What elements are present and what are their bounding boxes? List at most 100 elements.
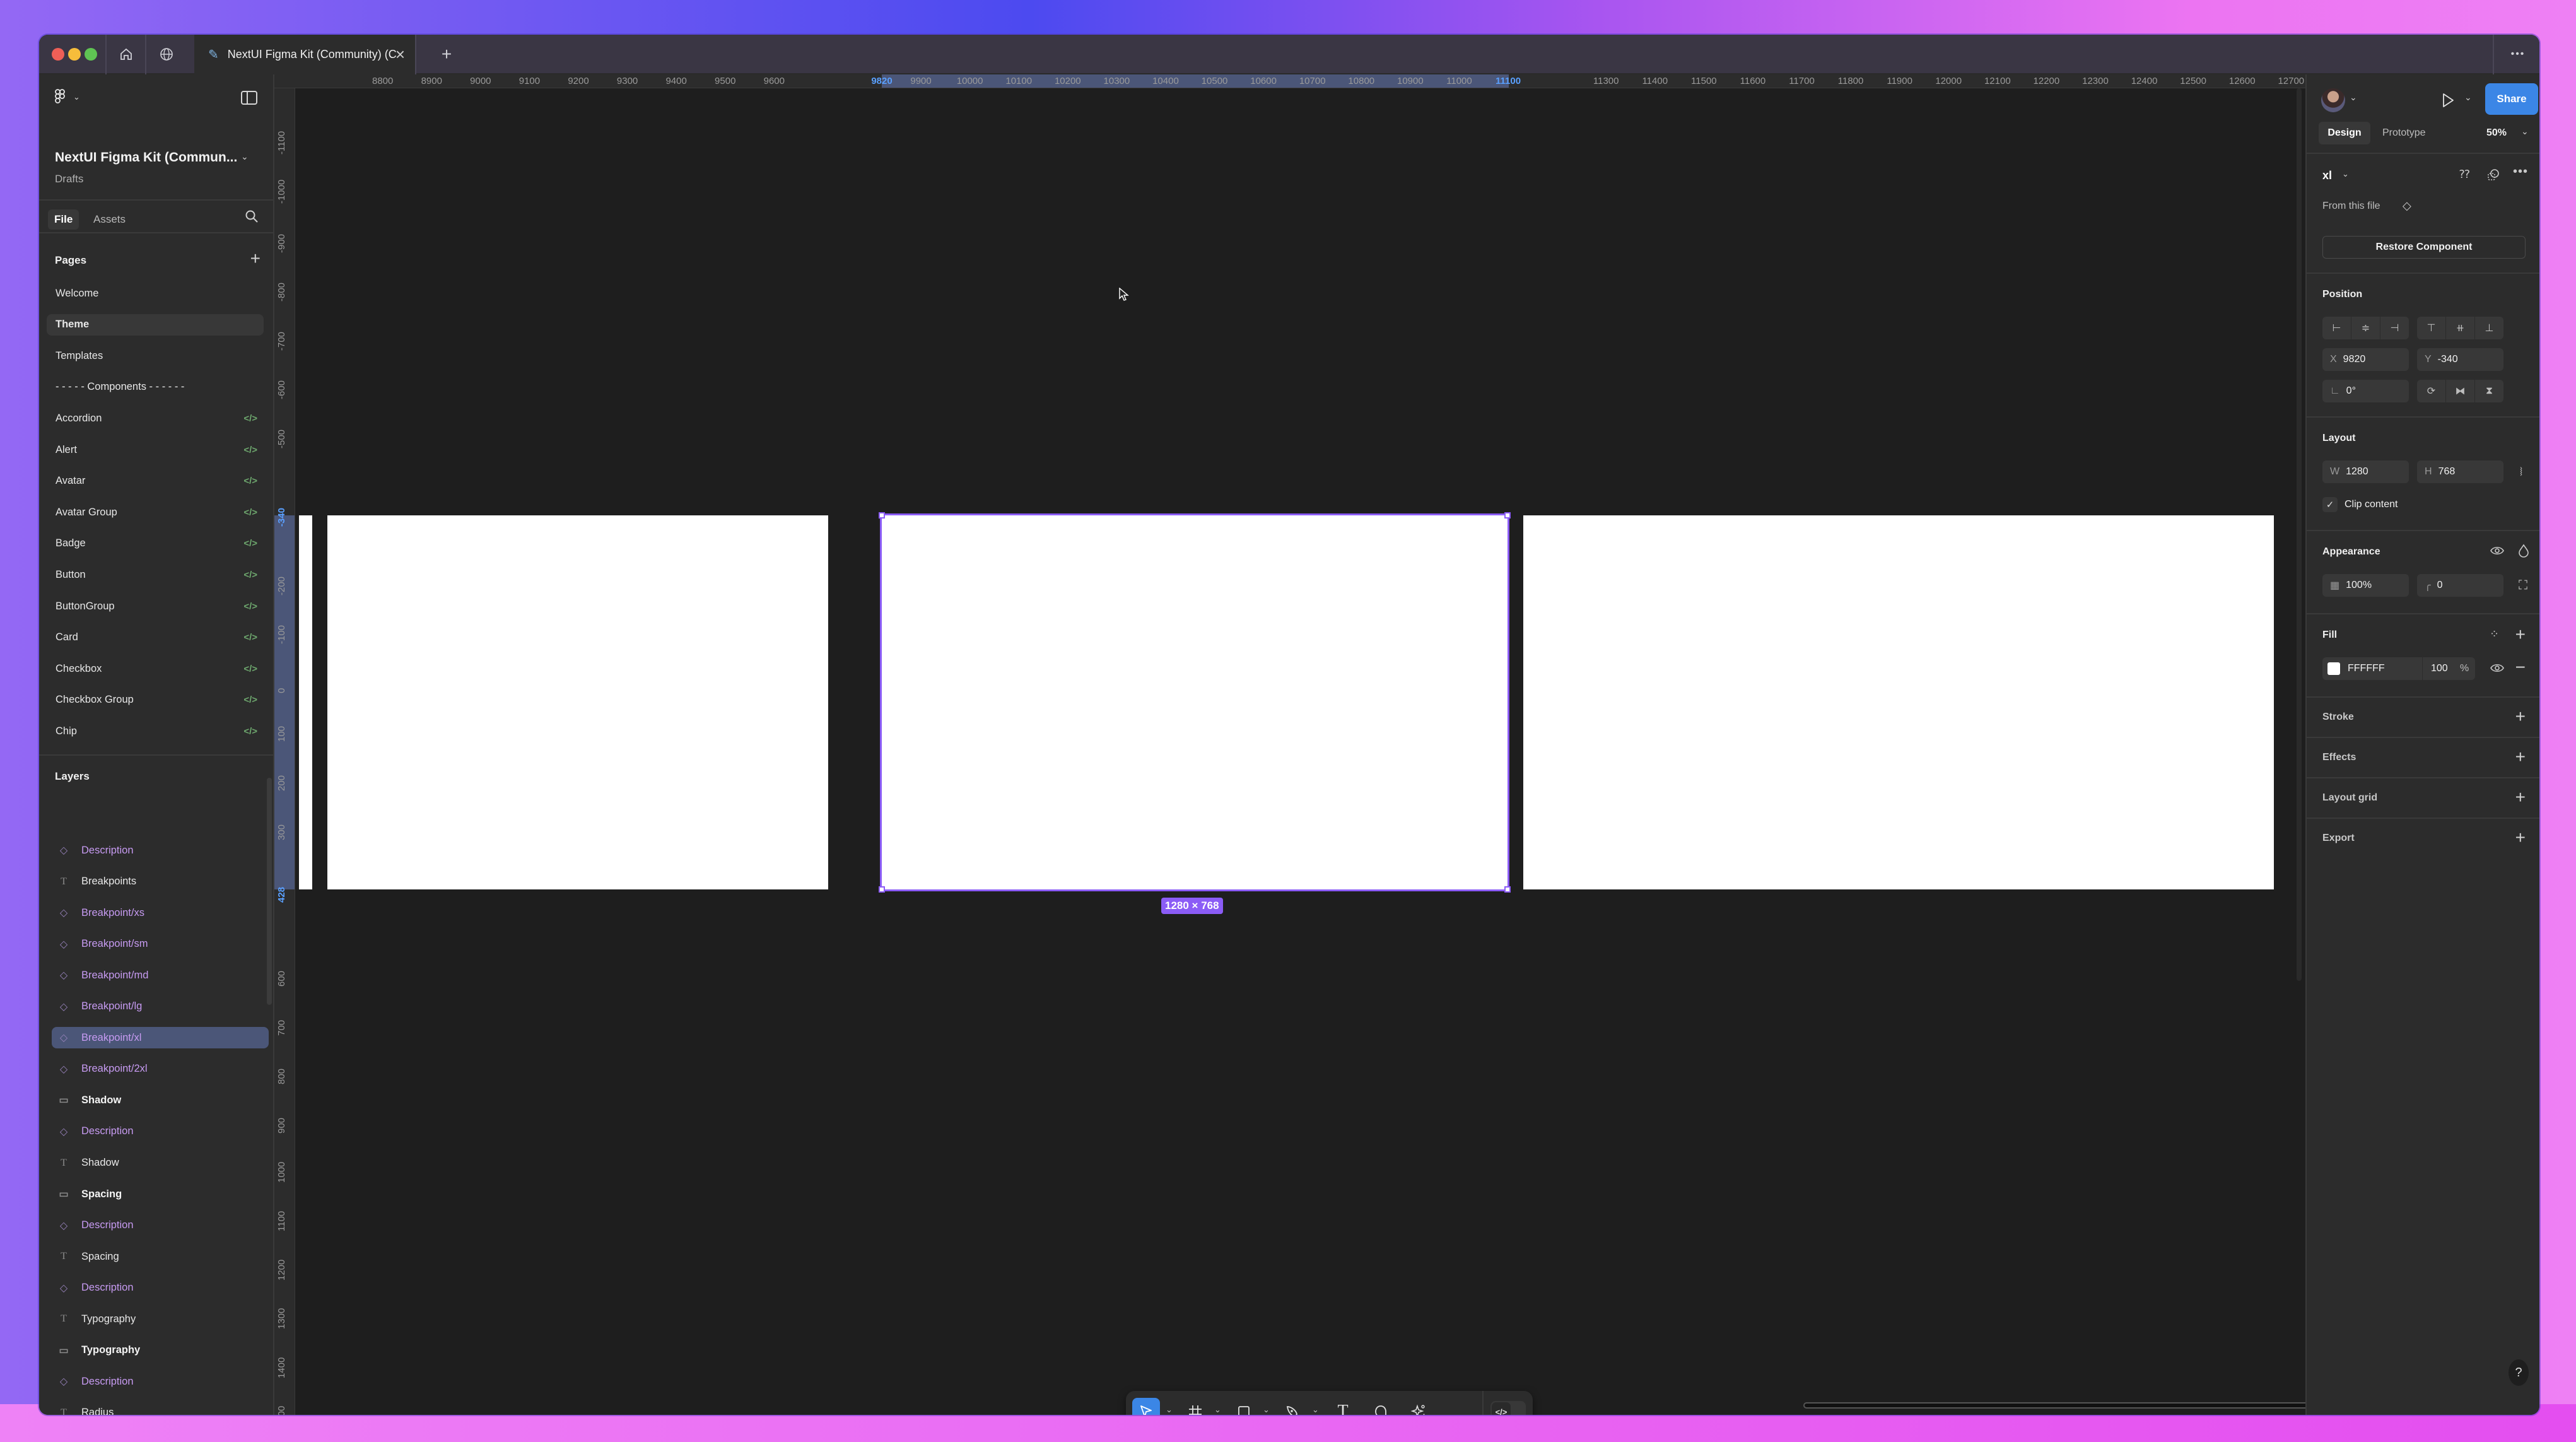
chevron-down-icon[interactable]: ⌄	[2350, 92, 2357, 103]
chevron-down-icon[interactable]: ⌄	[1263, 1405, 1270, 1415]
layer-item[interactable]: ◇ Breakpoint/2xl	[52, 1058, 269, 1080]
align-left-icon[interactable]: ⊢	[2322, 317, 2351, 339]
layer-item[interactable]: T Shadow	[52, 1152, 269, 1174]
page-item[interactable]: Alert </>	[47, 439, 264, 460]
canvas[interactable]: 1280 × 768	[295, 88, 2305, 1415]
layer-item[interactable]: ◇ Breakpoint/md	[52, 964, 269, 986]
detach-instance-icon[interactable]: ⁇	[2459, 168, 2470, 180]
page-item[interactable]: Badge </>	[47, 533, 264, 554]
add-page-icon[interactable]: +	[250, 250, 261, 267]
present-play-icon[interactable]	[2440, 92, 2456, 112]
layer-item[interactable]: T Breakpoints	[52, 871, 269, 893]
page-item[interactable]: Theme	[47, 314, 264, 336]
page-item[interactable]: Card </>	[47, 627, 264, 648]
vertical-scrollbar[interactable]	[2297, 88, 2302, 981]
page-item[interactable]: Button </>	[47, 564, 264, 585]
opacity-field[interactable]: ▦ 100%	[2322, 574, 2409, 597]
chevron-down-icon[interactable]: ⌄	[2342, 169, 2349, 179]
zoom-level[interactable]: 50%	[2486, 127, 2507, 139]
component-name[interactable]: xl	[2322, 169, 2332, 182]
corner-radius-field[interactable]: ╭ 0	[2417, 574, 2503, 597]
file-name[interactable]: NextUI Figma Kit (Commun...	[55, 150, 237, 165]
swap-instance-icon[interactable]	[2486, 168, 2500, 184]
chevron-down-icon[interactable]: ⌄	[2464, 92, 2472, 103]
tab-assets[interactable]: Assets	[87, 209, 132, 230]
resize-handle-br[interactable]	[1504, 886, 1511, 893]
blend-mode-drop-icon[interactable]	[2518, 544, 2529, 560]
align-bottom-icon[interactable]: ⊥	[2475, 317, 2503, 339]
text-tool[interactable]: T	[1329, 1398, 1357, 1415]
layer-item[interactable]: ◇ Breakpoint/lg	[52, 996, 269, 1017]
layer-item[interactable]: ◇ Breakpoint/xs	[52, 902, 269, 923]
independent-corners-icon[interactable]: ⛶	[2519, 579, 2527, 592]
x-position-field[interactable]: X 9820	[2322, 348, 2409, 371]
flip-vertical-icon[interactable]: ⧗	[2475, 380, 2503, 402]
layer-item[interactable]: ◇ Description	[52, 1215, 269, 1236]
page-item[interactable]: ButtonGroup </>	[47, 595, 264, 617]
add-layout-grid-icon[interactable]: +	[2515, 788, 2526, 806]
page-item[interactable]: Welcome	[47, 283, 264, 304]
layer-item[interactable]: ▭ Shadow	[52, 1089, 269, 1111]
chevron-down-icon[interactable]: ⌄	[1166, 1405, 1173, 1415]
rectangle-tool[interactable]	[1230, 1398, 1258, 1415]
maximize-window-button[interactable]	[85, 48, 97, 61]
height-field[interactable]: H 768	[2417, 460, 2503, 483]
file-location[interactable]: Drafts	[55, 173, 83, 185]
align-right-icon[interactable]: ⊣	[2380, 317, 2409, 339]
layer-item[interactable]: ▭ Spacing	[52, 1183, 269, 1205]
close-window-button[interactable]	[52, 48, 64, 61]
y-position-field[interactable]: Y -340	[2417, 348, 2503, 371]
frame-breakpoint[interactable]	[327, 515, 828, 889]
page-item[interactable]: Accordion </>	[47, 407, 264, 429]
chevron-down-icon[interactable]: ⌄	[1312, 1405, 1319, 1415]
layers-scrollbar[interactable]	[267, 778, 272, 1005]
actions-ai-tool[interactable]	[1405, 1398, 1432, 1415]
layer-item[interactable]: ◇ Breakpoint/xl	[52, 1027, 269, 1049]
tab-design[interactable]: Design	[2319, 122, 2370, 144]
remove-fill-icon[interactable]: −	[2515, 659, 2526, 676]
page-item[interactable]: Checkbox Group </>	[47, 689, 264, 711]
restore-component-button[interactable]: Restore Component	[2322, 236, 2526, 259]
add-effect-icon[interactable]: +	[2515, 748, 2526, 766]
layer-item[interactable]: ▭ Typography	[52, 1340, 269, 1361]
fill-swatch[interactable]	[2327, 662, 2340, 675]
chevron-down-icon[interactable]: ⌄	[241, 151, 249, 162]
frame-breakpoint-2xl[interactable]	[1523, 515, 2274, 889]
horizontal-scrollbar[interactable]	[1803, 1402, 2305, 1409]
rotate-90-icon[interactable]: ⟳	[2417, 380, 2446, 402]
align-top-icon[interactable]: ⊤	[2417, 317, 2446, 339]
more-icon[interactable]: •••	[2505, 44, 2531, 64]
align-center-h-icon[interactable]: ≑	[2351, 317, 2380, 339]
layer-item[interactable]: ◇ Description	[52, 840, 269, 861]
resize-handle-tl[interactable]	[879, 512, 885, 519]
layer-item[interactable]: T Typography	[52, 1308, 269, 1330]
tab-prototype[interactable]: Prototype	[2382, 127, 2425, 139]
close-tab-icon[interactable]: ×	[395, 45, 405, 64]
pen-tool[interactable]	[1279, 1398, 1306, 1415]
rotation-field[interactable]: ∟ 0°	[2322, 380, 2409, 402]
layer-item[interactable]: ◇ Breakpoint/sm	[52, 934, 269, 955]
help-button[interactable]: ?	[2509, 1359, 2529, 1386]
resize-handle-tr[interactable]	[1504, 512, 1511, 519]
add-export-icon[interactable]: +	[2515, 829, 2526, 847]
layer-item[interactable]: ◇ Description	[52, 1371, 269, 1392]
page-item[interactable]: Checkbox </>	[47, 658, 264, 679]
new-tab-button[interactable]: +	[436, 44, 457, 64]
clip-content-checkbox[interactable]: ✓	[2322, 497, 2338, 512]
flip-horizontal-icon[interactable]: ⧓	[2446, 380, 2475, 402]
layer-item[interactable]: T Radius	[52, 1402, 269, 1415]
layer-item[interactable]: ◇ Description	[52, 1121, 269, 1142]
search-icon[interactable]	[245, 209, 259, 227]
width-field[interactable]: W 1280	[2322, 460, 2409, 483]
page-item[interactable]: Templates	[47, 345, 264, 366]
fill-opacity[interactable]: 100	[2431, 663, 2448, 674]
home-icon[interactable]	[116, 44, 136, 64]
fill-visibility-eye-icon[interactable]	[2490, 662, 2505, 676]
frame-tool[interactable]	[1181, 1398, 1209, 1415]
tab-file-layers[interactable]: File	[48, 209, 79, 230]
globe-icon[interactable]	[156, 44, 177, 64]
layer-item[interactable]: T Spacing	[52, 1246, 269, 1267]
more-options-icon[interactable]: •••	[2513, 165, 2528, 178]
add-fill-icon[interactable]: +	[2515, 626, 2526, 643]
page-item[interactable]: Avatar Group </>	[47, 501, 264, 523]
